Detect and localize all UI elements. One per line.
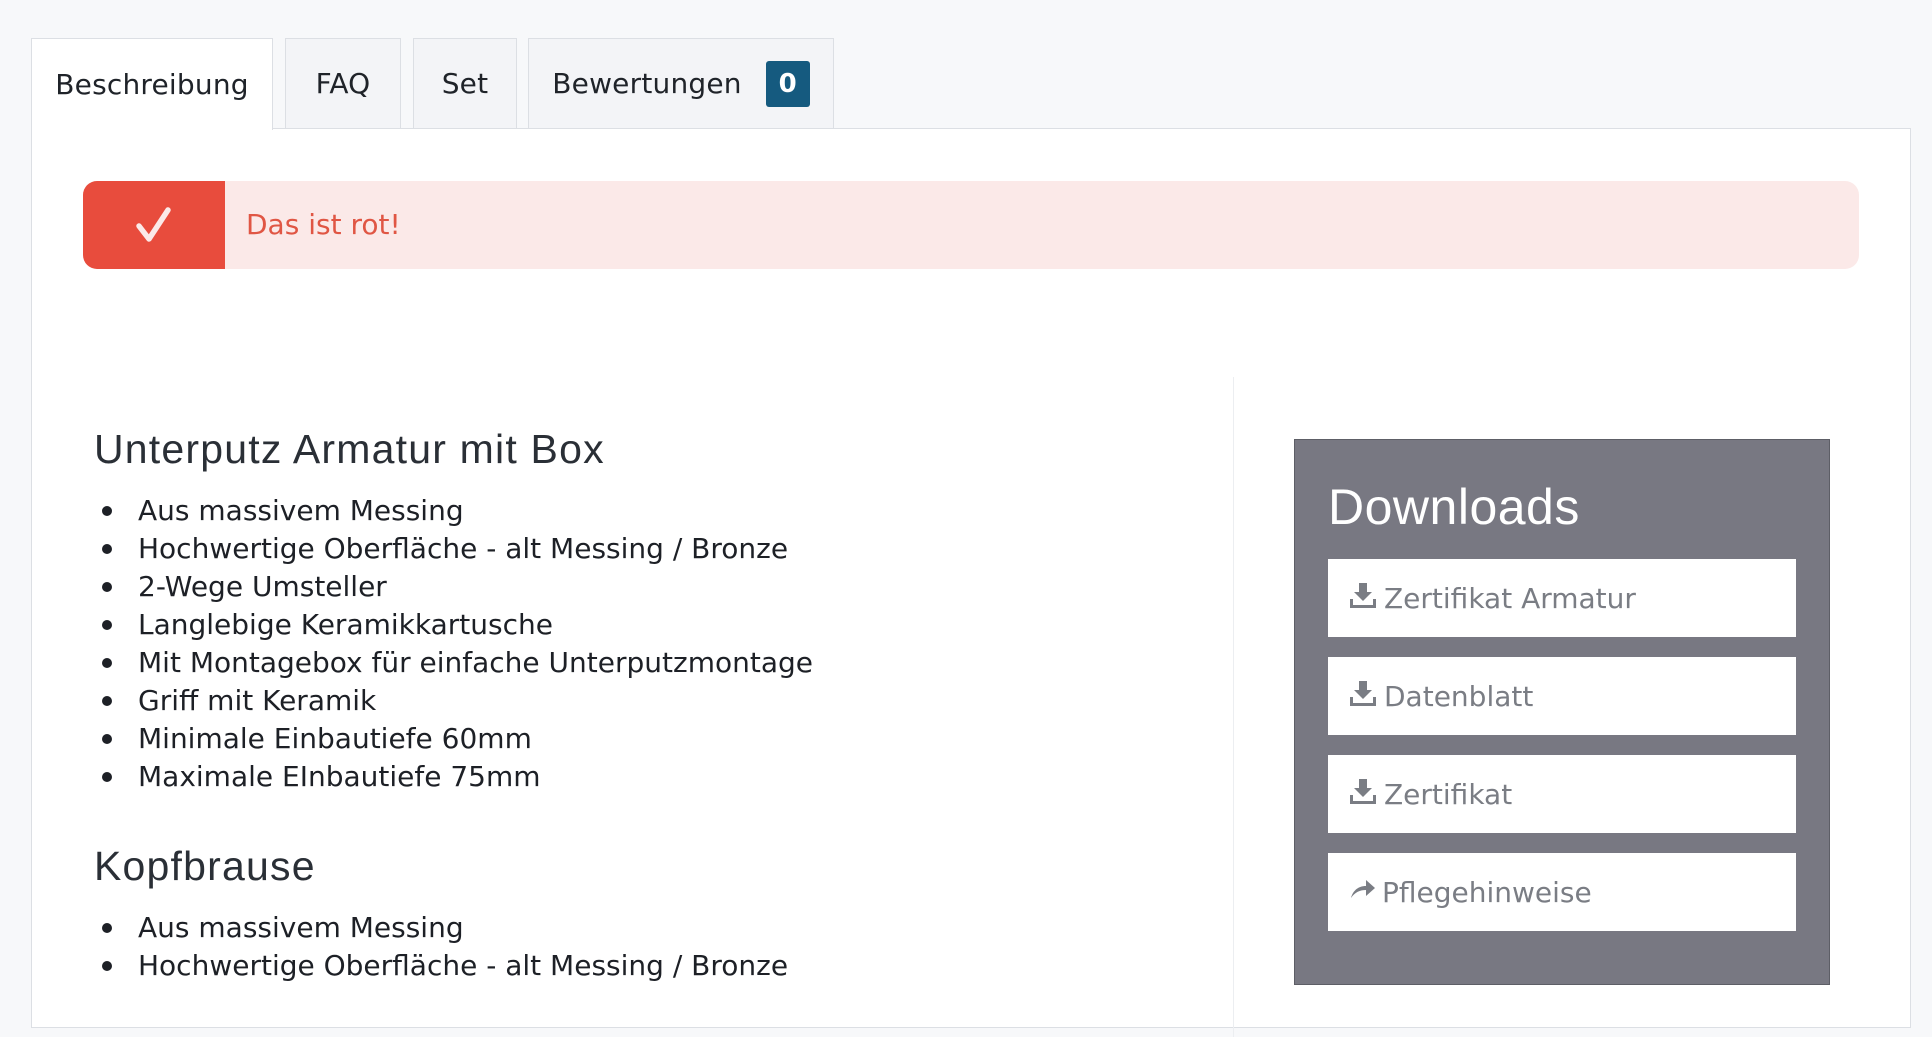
share-arrow-icon xyxy=(1348,875,1382,910)
product-description: Unterputz Armatur mit Box Aus massivem M… xyxy=(94,429,1094,985)
section-heading: Unterputz Armatur mit Box xyxy=(94,426,605,472)
tab-label: Bewertungen xyxy=(552,67,742,100)
list-item: Minimale Einbautiefe 60mm xyxy=(102,720,1094,758)
feature-list: Aus massivem Messing Hochwertige Oberflä… xyxy=(94,909,1094,985)
downloads-box: Downloads Zertifikat Armatur Datenblatt … xyxy=(1294,439,1830,985)
tab-content-panel: Das ist rot! Unterputz Armatur mit Box A… xyxy=(31,128,1911,1037)
download-icon xyxy=(1348,776,1384,813)
reviews-count-badge: 0 xyxy=(765,60,810,107)
download-label: Zertifikat xyxy=(1384,777,1513,811)
feature-section: Unterputz Armatur mit Box Aus massivem M… xyxy=(94,429,1094,796)
download-icon xyxy=(1348,678,1384,715)
feature-section: Kopfbrause Aus massivem Messing Hochwert… xyxy=(94,846,1094,985)
tab-set[interactable]: Set xyxy=(413,38,517,128)
download-label: Zertifikat Armatur xyxy=(1384,581,1636,615)
tab-faq[interactable]: FAQ xyxy=(285,38,401,128)
list-item: Mit Montagebox für einfache Unterputzmon… xyxy=(102,644,1094,682)
list-item: Griff mit Keramik xyxy=(102,682,1094,720)
list-item: Aus massivem Messing xyxy=(102,909,1094,947)
download-label: Pflegehinweise xyxy=(1382,875,1592,909)
list-item: Maximale EInbautiefe 75mm xyxy=(102,758,1094,796)
download-zertifikat-armatur[interactable]: Zertifikat Armatur xyxy=(1328,559,1796,637)
list-item: Hochwertige Oberfläche - alt Messing / B… xyxy=(102,947,1094,985)
tab-bewertungen[interactable]: Bewertungen 0 xyxy=(528,38,834,128)
download-datenblatt[interactable]: Datenblatt xyxy=(1328,657,1796,735)
section-heading: Kopfbrause xyxy=(94,843,316,889)
list-item: Hochwertige Oberfläche - alt Messing / B… xyxy=(102,530,1094,568)
link-pflegehinweise[interactable]: Pflegehinweise xyxy=(1328,853,1796,931)
feature-list: Aus massivem Messing Hochwertige Oberflä… xyxy=(94,492,1094,796)
alert-banner: Das ist rot! xyxy=(83,181,1859,269)
list-item: Aus massivem Messing xyxy=(102,492,1094,530)
tab-beschreibung[interactable]: Beschreibung xyxy=(31,38,273,130)
downloads-heading: Downloads xyxy=(1328,479,1580,535)
column-divider xyxy=(1233,377,1234,1037)
tab-label: FAQ xyxy=(315,67,371,100)
list-item: Langlebige Keramikkartusche xyxy=(102,606,1094,644)
alert-message: Das ist rot! xyxy=(246,208,401,241)
download-zertifikat[interactable]: Zertifikat xyxy=(1328,755,1796,833)
download-label: Datenblatt xyxy=(1384,679,1534,713)
tab-label: Beschreibung xyxy=(55,68,249,101)
list-item: 2-Wege Umsteller xyxy=(102,568,1094,606)
download-icon xyxy=(1348,580,1384,617)
tab-label: Set xyxy=(441,67,489,100)
checkmark-icon xyxy=(83,181,225,269)
